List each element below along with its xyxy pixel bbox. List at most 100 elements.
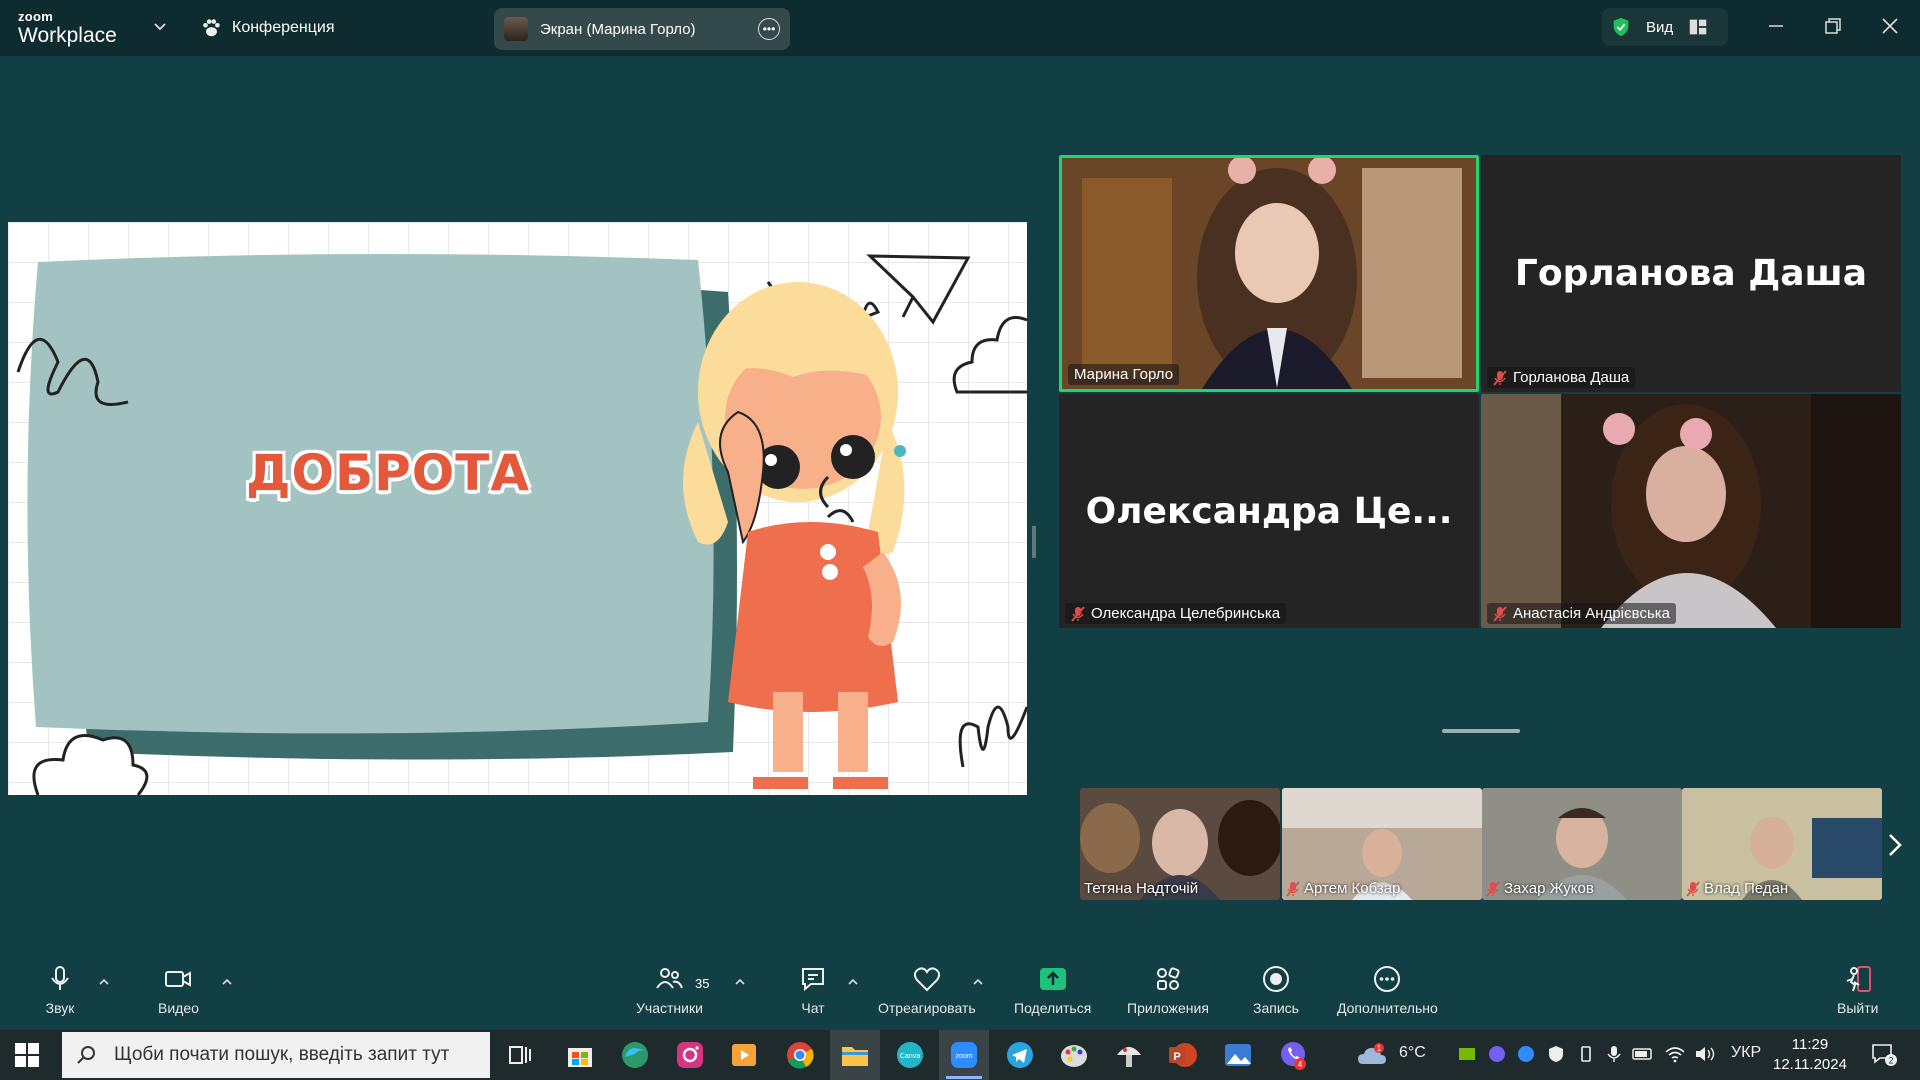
view-controls: Вид [1602, 8, 1728, 46]
close-icon[interactable] [1878, 14, 1902, 38]
mic-muted-icon [1493, 605, 1507, 622]
restore-icon[interactable] [1821, 14, 1845, 38]
participants-button[interactable]: Участники [636, 964, 703, 1016]
record-button[interactable]: Запись [1253, 964, 1299, 1016]
svg-text:zoom: zoom [955, 1053, 972, 1060]
zoom-icon[interactable]: zoom [948, 1039, 980, 1071]
participant-nametag: Анастасія Андрієвська [1487, 603, 1677, 624]
search-icon [77, 1046, 95, 1064]
apps-button[interactable]: Приложения [1127, 964, 1209, 1016]
wifi-icon[interactable] [1664, 1044, 1686, 1064]
more-options-icon[interactable]: ••• [758, 18, 780, 40]
share-button[interactable]: Поделиться [1014, 964, 1091, 1016]
record-icon [1262, 966, 1289, 992]
zoom-workplace-logo[interactable]: zoom Workplace [18, 10, 117, 46]
speaker-icon[interactable] [1694, 1044, 1716, 1064]
edge-icon[interactable] [619, 1039, 651, 1071]
task-view-icon[interactable] [504, 1039, 536, 1071]
viber-icon[interactable]: 4 [1277, 1039, 1309, 1071]
meeting-info-button[interactable]: Конференция [200, 17, 335, 39]
minimize-icon[interactable] [1764, 14, 1788, 38]
canva-icon[interactable]: Canva [894, 1039, 926, 1071]
grid-view-icon[interactable] [1687, 16, 1709, 38]
zoom-running-indicator [946, 1076, 982, 1079]
chevron-up-icon[interactable] [98, 976, 110, 988]
chat-bubble-icon [802, 968, 824, 992]
photos-icon[interactable] [1222, 1039, 1254, 1071]
people-icon [656, 968, 684, 989]
notifications-count: 2 [1888, 1056, 1893, 1066]
chevron-up-icon[interactable] [221, 976, 233, 988]
zoom-tray-icon[interactable] [1516, 1044, 1536, 1064]
video-label: Видео [158, 1000, 199, 1016]
shared-screen-slide[interactable]: ДОБРОТА [8, 222, 1027, 795]
more-button[interactable]: Дополнительно [1337, 964, 1438, 1016]
chevron-right-icon[interactable] [1884, 832, 1906, 858]
brand-name: Workplace [18, 24, 117, 47]
chat-button[interactable]: Чат [798, 964, 828, 1016]
usb-icon[interactable] [1576, 1044, 1596, 1064]
gallery-scroll-indicator[interactable] [1442, 729, 1520, 733]
mic-muted-icon [1686, 880, 1700, 897]
taskbar-search[interactable]: Щоби почати пошук, введіть запит тут [62, 1032, 490, 1078]
video-button[interactable]: Видео [158, 964, 199, 1016]
leave-button[interactable]: Выйти [1837, 964, 1878, 1016]
split-resize-handle[interactable] [1032, 526, 1036, 558]
sharer-avatar [504, 17, 528, 41]
language-indicator[interactable]: УКР [1731, 1044, 1761, 1062]
thumbnail-artem[interactable]: Артем Кобзар [1282, 788, 1482, 900]
windows-start-icon[interactable] [14, 1042, 40, 1068]
powerpoint-icon[interactable]: P [1167, 1039, 1199, 1071]
weather-temp[interactable]: 6°C [1399, 1044, 1426, 1062]
chevron-down-icon[interactable] [152, 18, 168, 34]
react-button[interactable]: Отреагировать [878, 964, 976, 1016]
chevron-up-icon[interactable] [734, 976, 746, 988]
participant-nametag: Олександра Целебринська [1065, 603, 1287, 624]
windows-taskbar: Щоби почати пошук, введіть запит тут Can… [0, 1030, 1920, 1080]
thumbnail-vlad[interactable]: Влад Педан [1682, 788, 1882, 900]
microphone-tray-icon[interactable] [1604, 1044, 1624, 1064]
video-tile-anastasia[interactable]: Анастасія Андрієвська [1481, 394, 1901, 628]
system-clock[interactable]: 11:29 12.11.2024 [1773, 1035, 1847, 1075]
camera-icon [165, 971, 192, 987]
battery-icon[interactable] [1632, 1044, 1654, 1064]
thumbnail-tetiana[interactable]: Тетяна Надточій [1080, 788, 1280, 900]
participant-name: Анастасія Андрієвська [1513, 605, 1671, 622]
nvidia-icon[interactable] [1457, 1044, 1477, 1064]
video-tile-oleksandra[interactable]: Олександра Це... Олександра Целебринська [1059, 394, 1479, 628]
security-shield-icon[interactable] [1546, 1044, 1566, 1064]
apps-label: Приложения [1127, 1000, 1209, 1016]
thumbnail-zakhar[interactable]: Захар Жуков [1482, 788, 1682, 900]
app-icon-mushroom[interactable] [1113, 1039, 1145, 1071]
paint-icon[interactable] [1058, 1039, 1090, 1071]
clock-time: 11:29 [1791, 1036, 1829, 1053]
participant-name: Тетяна Надточій [1084, 880, 1199, 897]
record-label: Запись [1253, 1000, 1299, 1016]
mic-muted-icon [1493, 369, 1507, 386]
title-bar: zoom Workplace Конференция Экран (Марина… [0, 0, 1920, 56]
instagram-icon[interactable] [674, 1039, 706, 1071]
video-player-icon[interactable] [728, 1039, 760, 1071]
notification-center-icon[interactable]: 2 [1870, 1042, 1898, 1068]
participant-big-name: Горланова Даша [1514, 253, 1868, 294]
telegram-icon[interactable] [1004, 1039, 1036, 1071]
shield-check-icon[interactable] [1610, 16, 1632, 38]
chrome-icon[interactable] [784, 1039, 816, 1071]
view-button[interactable]: Вид [1646, 19, 1673, 36]
chevron-up-icon[interactable] [972, 976, 984, 988]
mic-muted-icon [1286, 880, 1300, 897]
screen-share-indicator[interactable]: Экран (Марина Горло) ••• [494, 8, 790, 50]
share-label: Поделиться [1014, 1000, 1092, 1016]
participant-big-name: Олександра Це... [1085, 490, 1453, 532]
store-icon[interactable] [564, 1039, 596, 1071]
chevron-up-icon[interactable] [847, 976, 859, 988]
meeting-label: Конференция [232, 19, 335, 36]
participant-nametag: Артем Кобзар [1286, 880, 1400, 897]
viber-tray-icon[interactable] [1487, 1044, 1507, 1064]
audio-button[interactable]: Звук [45, 964, 75, 1016]
search-placeholder: Щоби почати пошук, введіть запит тут [114, 1044, 450, 1065]
video-tile-gorlanova[interactable]: Горланова Даша Горланова Даша [1481, 155, 1901, 392]
file-explorer-icon[interactable] [839, 1039, 871, 1071]
weather-cloud-icon[interactable]: 1 [1357, 1042, 1387, 1068]
video-tile-marina[interactable]: Марина Горло [1059, 155, 1479, 392]
